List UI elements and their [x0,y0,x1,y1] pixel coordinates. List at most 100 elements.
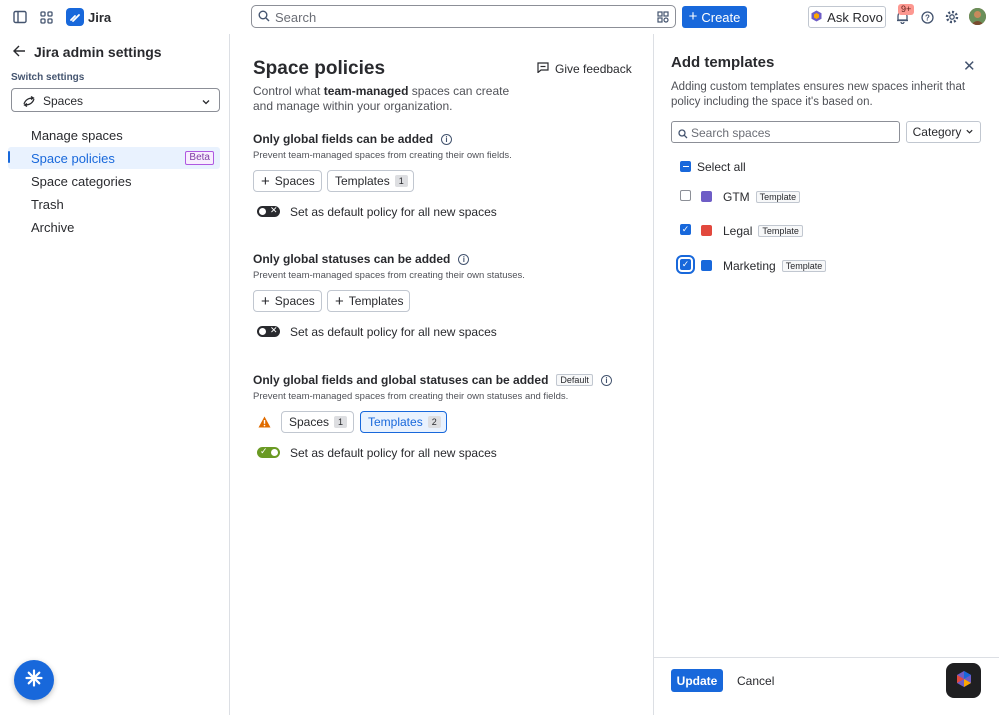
user-avatar[interactable] [969,8,986,25]
plus-icon: + [688,8,698,25]
sidebar-item-label: Archive [31,219,75,235]
switch-settings-value: Spaces [43,94,84,108]
templates-count: 2 [427,416,441,428]
sidebar-item-archive[interactable]: Archive [8,216,220,238]
app-switcher-icon[interactable] [38,9,54,25]
rovo-chat-button[interactable] [946,663,981,698]
active-indicator [8,151,10,163]
jira-logo-icon[interactable] [66,8,84,26]
space-avatar-icon [701,260,712,271]
create-button[interactable]: + Create [682,6,747,28]
close-icon: ✕ [270,325,278,335]
select-all-checkbox[interactable] [680,161,691,172]
spaces-icon [23,95,35,110]
ask-rovo-label: Ask Rovo [827,9,883,25]
template-row-legal: Legal Template [723,224,803,238]
sidebar-item-manage-spaces[interactable]: Manage spaces [8,124,220,146]
templates-count: 1 [394,175,408,187]
space-avatar-icon [701,225,712,236]
panel-description: Adding custom templates ensures new spac… [671,81,966,108]
sidebar-item-label: Trash [31,196,64,212]
settings-gear-icon[interactable] [944,9,960,25]
template-checkbox-marketing[interactable]: ✓ [676,255,695,274]
plus-icon: + [335,292,344,310]
sidebar-toggle-icon[interactable] [12,9,28,25]
warning-icon [258,416,271,431]
help-asterisk-icon [25,667,43,693]
template-checkbox-gtm[interactable] [680,190,691,201]
sidebar-item-space-categories[interactable]: Space categories [8,170,220,192]
policy-description: Prevent team-managed spaces from creatin… [253,150,512,161]
info-icon[interactable]: i [458,253,470,265]
sidebar-title: Jira admin settings [34,44,162,60]
switch-settings-label: Switch settings [11,72,85,83]
ask-rovo-button[interactable]: Ask Rovo [808,6,886,28]
create-label: Create [701,9,741,25]
toggle-label: Set as default policy for all new spaces [290,446,497,460]
rovo-icon [956,670,972,691]
sidebar-item-trash[interactable]: Trash [8,193,220,215]
plus-icon: + [261,172,270,190]
feedback-icon [537,62,549,76]
give-feedback-label: Give feedback [555,62,632,76]
give-feedback-button[interactable]: Give feedback [537,62,632,76]
sidebar-item-label: Space policies [31,150,115,166]
check-icon: ✓ [260,446,268,456]
chevron-down-icon [201,95,211,110]
svg-text:?: ? [925,13,930,22]
add-spaces-button[interactable]: Spaces 1 [281,411,354,433]
search-input[interactable]: Search [251,5,676,28]
panel-footer-divider [654,657,999,658]
help-fab-button[interactable] [14,660,54,700]
add-templates-button[interactable]: + Templates [327,290,410,312]
search-placeholder: Search [275,10,317,25]
default-policy-toggle[interactable]: ✕ [257,205,280,217]
panel-title: Add templates [671,54,775,71]
rovo-icon [811,10,822,25]
default-policy-toggle[interactable]: ✕ [257,325,280,337]
category-label: Category [912,125,962,139]
default-policy-toggle[interactable]: ✓ [257,446,280,458]
cancel-button[interactable]: Cancel [737,674,774,688]
sidebar-item-space-policies[interactable]: Space policies Beta [8,147,220,169]
back-arrow-icon[interactable] [13,45,26,60]
close-icon[interactable]: ✕ [963,57,976,75]
policy-description: Prevent team-managed spaces from creatin… [253,391,569,402]
info-icon[interactable]: i [600,374,612,386]
policy-title-statuses: Only global statuses can be added i [253,252,470,266]
toggle-label: Set as default policy for all new spaces [290,325,497,339]
spaces-count: 1 [334,416,348,428]
search-spaces-input[interactable]: Search spaces [671,121,900,143]
template-row-gtm: GTM Template [723,190,801,204]
top-navigation: Jira Search + Create Ask Rovo 9+ ? [0,0,999,34]
page-title: Space policies [253,58,386,79]
app-name[interactable]: Jira [88,10,111,25]
default-badge: Default [556,374,593,386]
category-dropdown[interactable]: Category [906,121,981,143]
select-all-label: Select all [697,160,746,174]
filter-icon[interactable] [657,11,669,26]
add-spaces-button[interactable]: + Spaces [253,290,322,312]
switch-settings-select[interactable]: Spaces [11,88,220,112]
policy-title-fields: Only global fields can be added i [253,132,453,146]
template-badge: Template [755,191,801,203]
plus-icon: + [261,292,270,310]
beta-badge: Beta [185,151,214,165]
sidebar-item-label: Manage spaces [31,127,123,143]
help-icon[interactable]: ? [919,9,935,25]
template-checkbox-legal[interactable]: ✓ [680,224,691,235]
chevron-down-icon [965,125,974,139]
toggle-label: Set as default policy for all new spaces [290,205,497,219]
sidebar-item-label: Space categories [31,173,132,189]
add-templates-button[interactable]: Templates 1 [327,170,414,192]
info-icon[interactable]: i [441,133,453,145]
add-spaces-button[interactable]: + Spaces [253,170,322,192]
template-row-marketing: Marketing Template [723,259,827,273]
notification-count-badge: 9+ [898,4,915,15]
search-icon [678,127,688,142]
page-description: Control what team-managed spaces can cre… [253,84,510,113]
search-icon [258,10,270,25]
add-templates-button[interactable]: Templates 2 [360,411,447,433]
close-icon: ✕ [270,205,278,215]
update-button[interactable]: Update [671,669,723,692]
